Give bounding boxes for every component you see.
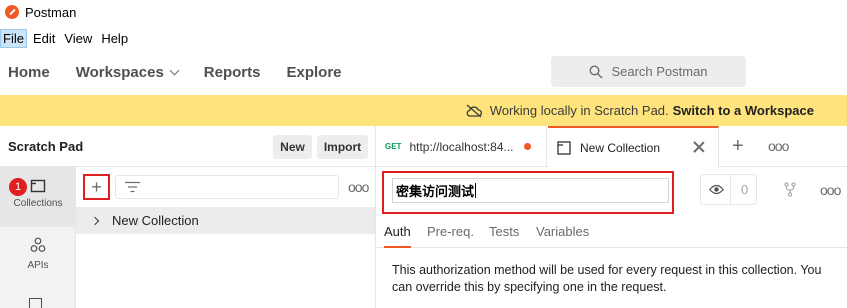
tab-bar: GET http://localhost:84... New Collectio… [377,126,847,168]
filter-input[interactable] [115,175,339,199]
import-button[interactable]: Import [317,135,368,159]
method-badge: GET [385,142,402,151]
subtab-tests[interactable]: Tests [489,224,519,239]
scratchpad-banner: Working locally in Scratch Pad. Switch t… [0,95,847,126]
new-tab-plus-icon[interactable]: + [732,135,744,158]
collections-tree-empty [76,234,376,308]
step-badge: 1 [9,178,27,196]
nav-reports[interactable]: Reports [204,64,261,81]
chevron-down-icon [169,65,180,75]
collections-toolbar: + ooo [76,167,376,207]
sidebar-item-collections[interactable]: Collections [0,167,76,227]
nav-workspaces[interactable]: Workspaces [75,63,180,81]
nav-explore[interactable]: Explore [286,64,341,81]
watch-button[interactable]: 0 [700,174,757,205]
search-placeholder: Search Postman [611,64,708,79]
nav-home[interactable]: Home [8,64,50,81]
add-collection-button[interactable]: + [83,174,110,200]
menu-edit[interactable]: Edit [30,29,58,48]
subtab-auth[interactable]: Auth [384,224,411,239]
subtab-variables[interactable]: Variables [536,224,589,239]
collection-name-value: 密集访问测试 [396,185,475,200]
app-title: Postman [25,4,77,20]
switch-workspace-link[interactable]: Switch to a Workspace [673,103,814,118]
menu-view[interactable]: View [61,29,95,48]
apis-icon [30,237,46,252]
search-icon [589,64,603,78]
tab-new-collection[interactable]: New Collection [548,126,719,168]
more-options-icon[interactable]: ooo [820,182,841,198]
banner-text: Working locally in Scratch Pad. [489,103,669,118]
auth-description: This authorization method will be used f… [392,263,822,294]
postman-logo-icon [5,5,19,19]
menu-help[interactable]: Help [98,29,131,48]
scratch-pad-title: Scratch Pad [8,138,84,154]
eye-icon [709,184,724,195]
top-nav: Home Workspaces Reports Explore Search P… [0,52,847,92]
environments-icon[interactable] [29,298,42,308]
collections-icon [30,179,46,193]
more-options-icon[interactable]: ooo [768,138,789,154]
sidebar-icon-column: Collections 1 APIs [0,167,76,308]
menu-bar: File Edit View Help [0,27,134,49]
list-item[interactable]: New Collection [76,207,376,234]
sidebar-item-label: Collections [13,198,63,209]
menu-file[interactable]: File [0,28,27,48]
nav-workspaces-label: Workspaces [75,63,164,81]
unsaved-indicator [523,143,531,150]
close-icon[interactable] [693,141,705,153]
divider [730,175,731,204]
collection-label: New Collection [112,213,199,228]
title-bar: Postman [0,0,847,24]
document-icon [557,141,571,155]
tab-label: New Collection [580,141,661,155]
search-input[interactable]: Search Postman [551,56,746,87]
tab-request[interactable]: GET http://localhost:84... [377,126,547,167]
new-button[interactable]: New [273,135,312,159]
plus-icon: + [91,176,102,197]
text-cursor [475,183,477,198]
collection-name-input[interactable]: 密集访问测试 [392,178,669,203]
sidebar-item-apis[interactable]: APIs [0,237,76,271]
active-tab-indicator [384,246,411,248]
subtab-prereq[interactable]: Pre-req. [427,224,474,239]
fork-icon [783,182,796,197]
tab-label: http://localhost:84... [409,139,514,154]
cloud-off-icon [466,104,482,117]
chevron-right-icon [90,216,100,225]
collection-subtabs: Auth Pre-req. Tests Variables [377,218,847,248]
fork-button[interactable] [774,174,805,205]
sidebar-header: Scratch Pad New Import [0,126,376,167]
sidebar-item-label: APIs [27,260,49,271]
filter-icon [125,181,140,193]
watch-count: 0 [741,182,749,197]
more-options-icon[interactable]: ooo [348,179,369,195]
